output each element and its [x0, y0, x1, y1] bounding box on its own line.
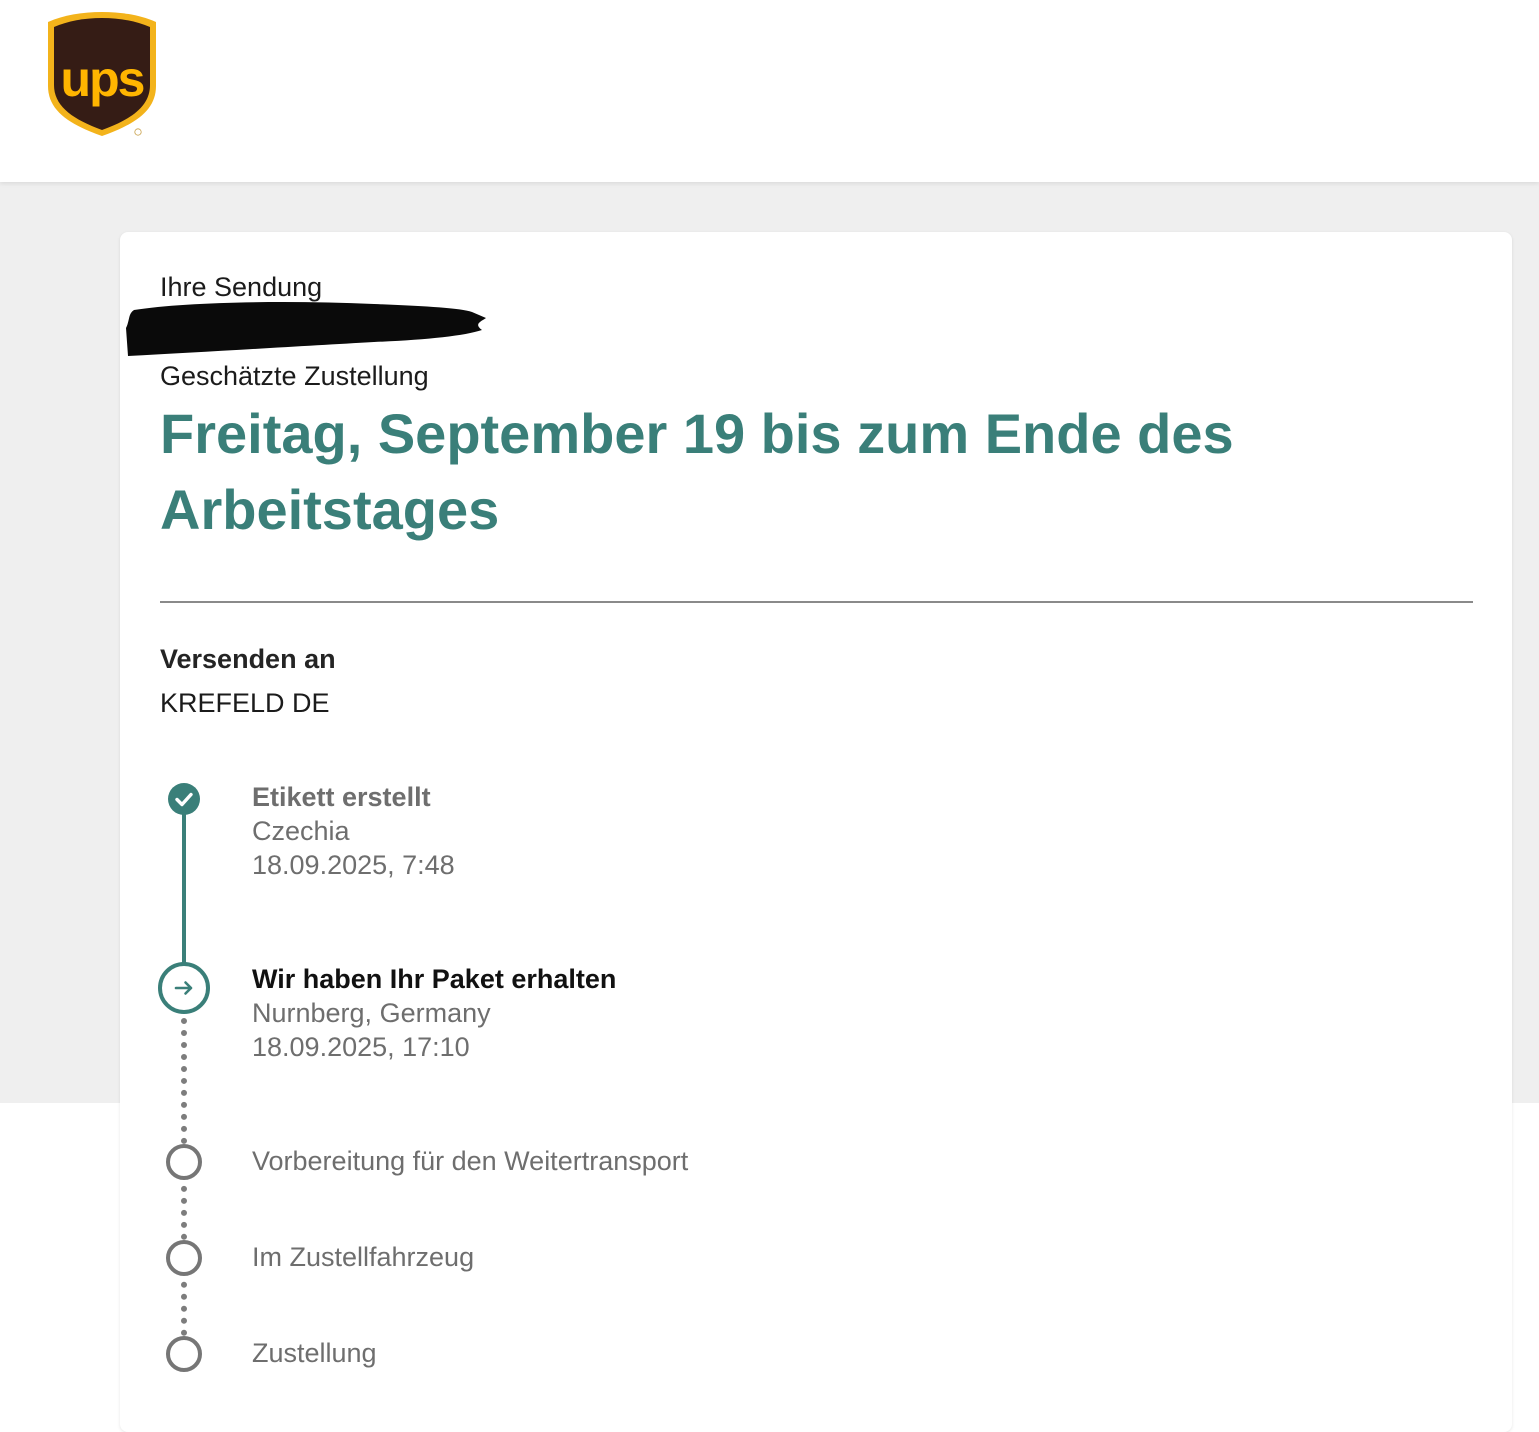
page-header: ups	[0, 0, 1539, 182]
tracking-number-redaction	[126, 302, 486, 356]
tracking-card: Ihre Sendung Geschätzte Zustellung Freit…	[120, 232, 1512, 1432]
empty-circle-icon	[166, 1336, 202, 1372]
event-title-package-received: Wir haben Ihr Paket erhalten	[252, 964, 617, 994]
ship-to-value: KREFELD DE	[160, 688, 330, 718]
estimated-delivery-label: Geschätzte Zustellung	[160, 361, 429, 391]
event-location: Czechia	[252, 816, 350, 846]
divider	[160, 601, 1473, 603]
event-title-out-for-delivery: Im Zustellfahrzeug	[252, 1242, 475, 1272]
ups-shield-icon: ups	[48, 12, 156, 136]
timeline-progress-line	[182, 798, 186, 966]
event-datetime: 18.09.2025, 7:48	[252, 850, 455, 880]
check-circle-icon	[168, 783, 200, 815]
event-title-label-created: Etikett erstellt	[252, 782, 431, 812]
ship-to-label: Versenden an	[160, 644, 336, 674]
event-location: Nurnberg, Germany	[252, 998, 491, 1028]
arrow-right-circle-icon	[158, 962, 210, 1014]
estimated-delivery-date: Freitag, September 19 bis zum Ende des A…	[160, 402, 1234, 541]
event-title-preparing-transport: Vorbereitung für den Weitertransport	[252, 1146, 689, 1176]
event-title-delivered: Zustellung	[252, 1338, 377, 1368]
ups-logo-text: ups	[61, 51, 144, 107]
event-datetime: 18.09.2025, 17:10	[252, 1032, 470, 1062]
ups-logo[interactable]: ups	[46, 10, 158, 138]
empty-circle-icon	[166, 1144, 202, 1180]
empty-circle-icon	[166, 1240, 202, 1276]
